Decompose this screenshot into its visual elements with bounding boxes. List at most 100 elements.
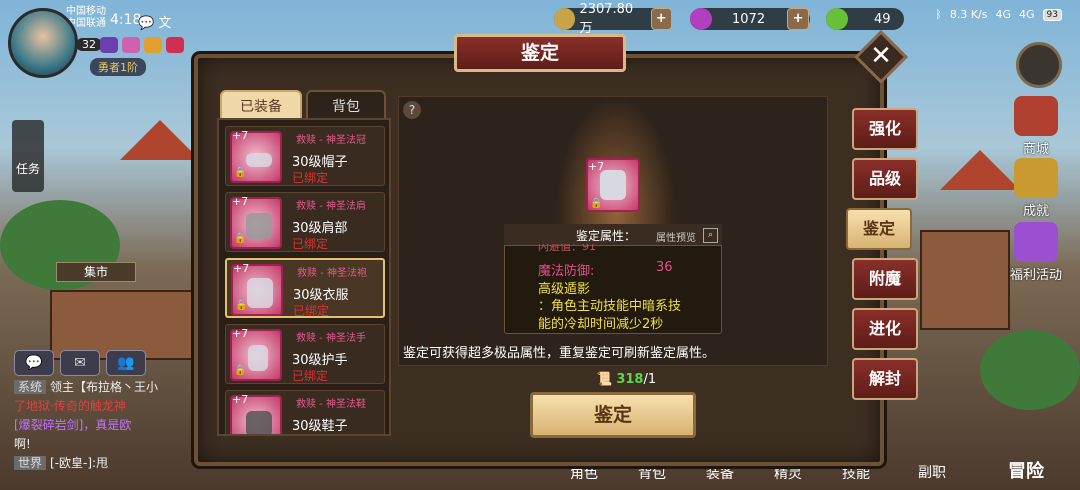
item-set-name: 救赎 - 神圣法冠 xyxy=(296,135,366,146)
tab-grade[interactable]: 品级 xyxy=(852,158,918,200)
attribute-preview[interactable]: 属性预览 xyxy=(656,229,696,244)
chat-icon[interactable]: 💬 xyxy=(14,350,54,376)
item-set-name: 救赎 - 神圣法袍 xyxy=(297,268,367,279)
gloves-shape xyxy=(248,345,268,371)
equipment-item-gloves[interactable]: +7 🔒 救赎 - 神圣法手 30级护手 已绑定 xyxy=(225,324,385,384)
gift-icon xyxy=(1014,222,1058,262)
dialog-title: 鉴定 xyxy=(454,34,626,72)
tab-enchant[interactable]: 附魔 xyxy=(852,258,918,300)
background-roof xyxy=(120,120,200,160)
shop-icon xyxy=(1014,96,1058,136)
lock-icon: 🔒 xyxy=(234,233,247,244)
signal-2: 4G xyxy=(1019,8,1035,21)
scroll-owned: 318 xyxy=(616,372,644,387)
skill-desc-1: ：角色主动技能中暗系技 xyxy=(538,299,682,314)
selected-item-plus: +7 xyxy=(588,160,605,173)
energy-amount: 49 xyxy=(874,11,891,27)
item-plus: +7 xyxy=(233,262,250,275)
crown-icon xyxy=(122,37,140,53)
gem-amount: 1072 xyxy=(732,11,766,27)
item-plus: +7 xyxy=(232,327,249,340)
chat-line: [爆裂碎岩剑]，真是欧 xyxy=(14,418,132,432)
nav-skill[interactable]: 技能 xyxy=(842,463,870,483)
tab-enhance[interactable]: 强化 xyxy=(852,108,918,150)
equipment-item-hat[interactable]: +7 🔒 救赎 - 神圣法冠 30级帽子 已绑定 xyxy=(225,126,385,186)
nav-bag[interactable]: 背包 xyxy=(638,463,666,483)
equipment-list[interactable]: +7 🔒 救赎 - 神圣法冠 30级帽子 已绑定 +7 🔒 救赎 - 神圣法肩 … xyxy=(217,118,391,436)
tab-unseal[interactable]: 解封 xyxy=(852,358,918,400)
help-icon[interactable]: ? xyxy=(403,101,421,119)
shoes-shape xyxy=(246,411,272,434)
chat-buttons: 💬 ✉ 👥 xyxy=(14,350,146,376)
item-bound: 已绑定 xyxy=(293,304,330,318)
tab-equipped[interactable]: 已装备 xyxy=(220,90,302,120)
nav-character[interactable]: 角色 xyxy=(570,463,598,483)
item-bound: 已绑定 xyxy=(292,369,329,383)
gold-amount: 2307.80万 xyxy=(579,2,634,36)
shop-button[interactable]: 商城 xyxy=(1008,96,1064,157)
gold-resource: 2307.80万 + xyxy=(554,2,672,36)
nav-sprite[interactable]: 精灵 xyxy=(774,463,802,483)
deputy-job-button[interactable]: 副职 xyxy=(918,462,946,482)
welfare-button[interactable]: 福利活动 xyxy=(1008,222,1064,283)
gem-resource: 1072 + xyxy=(690,8,810,30)
chat-line: 啊! xyxy=(14,437,31,451)
scroll-required: /1 xyxy=(643,372,657,387)
chat-line: 系统 领主【布拉格丶王小 xyxy=(14,378,204,397)
attribute-line-cut: 闪避值：91 xyxy=(538,244,596,253)
skill-desc-2: 能的冷却时间减少2秒 xyxy=(538,317,664,332)
player-avatar[interactable] xyxy=(8,8,78,78)
tab-identify[interactable]: 鉴定 xyxy=(846,208,912,250)
item-plus: +7 xyxy=(232,129,249,142)
crown-icon xyxy=(144,37,162,53)
tab-bag[interactable]: 背包 xyxy=(306,90,386,120)
robe-shape xyxy=(247,278,273,308)
shop-label: 商城 xyxy=(1022,142,1049,157)
clock: 4:18 xyxy=(110,12,142,28)
adventure-button[interactable]: 冒险 xyxy=(1008,457,1044,483)
task-button[interactable]: 任务 xyxy=(12,120,44,192)
welfare-label: 福利活动 xyxy=(1009,268,1062,283)
system-status: ᛒ 8.3 K/s 4G 4G 93 xyxy=(935,8,1062,21)
expand-menu-button[interactable] xyxy=(1016,42,1062,88)
scroll-count: 📜 318/1 xyxy=(596,372,656,387)
tab-evolve[interactable]: 进化 xyxy=(852,308,918,350)
equipment-item-shoes[interactable]: +7 救赎 - 神圣法鞋 30级鞋子 xyxy=(225,390,385,434)
friends-icon[interactable]: 👥 xyxy=(106,350,146,376)
equipment-item-shoulder[interactable]: +7 🔒 救赎 - 神圣法肩 30级肩部 已绑定 xyxy=(225,192,385,252)
task-label: 任务 xyxy=(15,162,40,176)
search-icon[interactable]: ⌕ xyxy=(703,228,718,243)
notification-icons: 💬 文 xyxy=(138,16,172,31)
battery-indicator: 93 xyxy=(1042,8,1062,21)
background-tree xyxy=(980,330,1080,410)
chat-line: 了地狱·传奇的触龙神 xyxy=(14,399,126,413)
chat-log[interactable]: 系统 领主【布拉格丶王小 了地狱·传奇的触龙神 [爆裂碎岩剑]，真是欧 啊! 世界… xyxy=(14,378,204,486)
net-speed: 8.3 K/s xyxy=(949,8,988,21)
lock-icon: 🔒 xyxy=(234,167,247,178)
background-house xyxy=(920,230,1010,330)
gold-coin-icon xyxy=(554,8,576,30)
achievement-button[interactable]: 成就 xyxy=(1008,158,1064,219)
item-set-name: 救赎 - 神圣法手 xyxy=(296,333,366,344)
hero-rank[interactable]: 勇者1阶 xyxy=(90,58,146,76)
add-gem-button[interactable]: + xyxy=(787,8,810,30)
shoulder-shape xyxy=(246,213,272,239)
close-icon[interactable]: ✕ xyxy=(862,38,900,76)
equipment-item-clothes[interactable]: +7 🔒 救赎 - 神圣法袍 30级衣服 已绑定 xyxy=(225,258,385,318)
add-gold-button[interactable]: + xyxy=(650,8,672,30)
mail-icon[interactable]: ✉ xyxy=(60,350,100,376)
attribute-title: 鉴定属性： xyxy=(576,229,637,243)
gem-icon xyxy=(690,8,712,30)
item-name: 30级衣服 xyxy=(293,288,349,303)
rank-badges xyxy=(100,37,184,53)
nav-equipment[interactable]: 装备 xyxy=(706,463,734,483)
item-bound: 已绑定 xyxy=(292,171,329,185)
magic-defense-value: 36 xyxy=(656,260,673,275)
bottom-nav: 角色 背包 装备 精灵 技能 xyxy=(570,463,870,483)
identify-button[interactable]: 鉴定 xyxy=(530,392,696,438)
item-set-name: 救赎 - 神圣法鞋 xyxy=(296,399,366,410)
chat-line: 世界 [-欧皇-]:甩 xyxy=(14,454,204,473)
achievement-label: 成就 xyxy=(1022,204,1049,219)
item-bound: 已绑定 xyxy=(292,237,329,251)
robe-shape xyxy=(600,170,626,200)
